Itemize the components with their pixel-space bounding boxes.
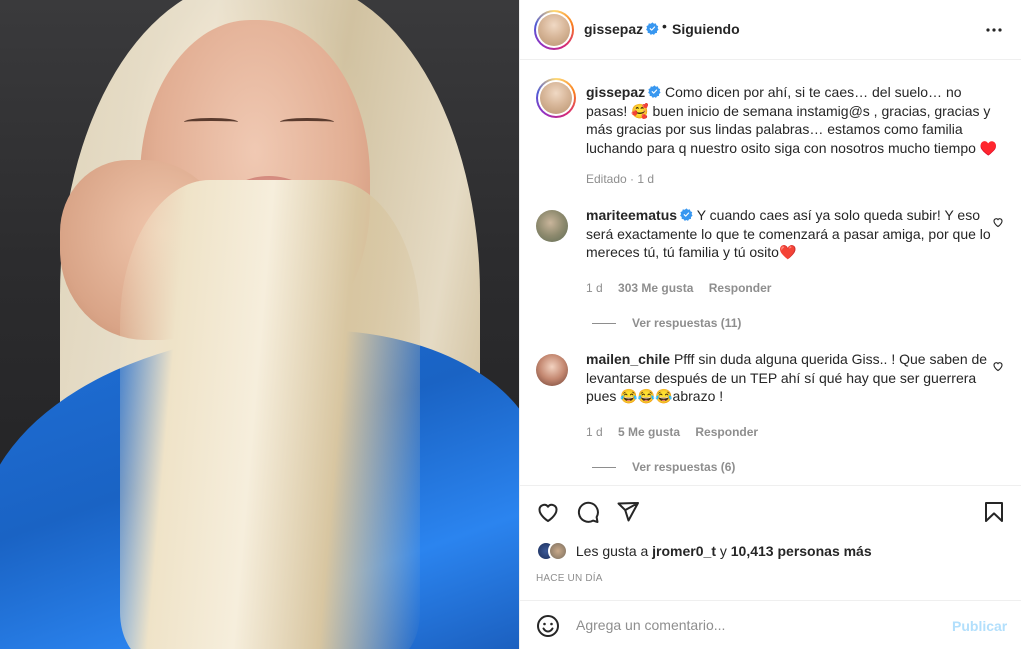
commenter-avatar[interactable] bbox=[536, 354, 568, 386]
post-photo[interactable] bbox=[0, 0, 519, 649]
photo-hair-front bbox=[120, 180, 420, 649]
share-icon[interactable] bbox=[616, 500, 640, 524]
following-button[interactable]: Siguiendo bbox=[672, 21, 740, 37]
liker-username[interactable]: jromer0_t bbox=[652, 543, 716, 559]
comment-meta: 1 d 5 Me gusta Responder bbox=[586, 425, 770, 439]
comment-meta: 1 d 303 Me gusta Responder bbox=[586, 281, 783, 295]
comment-text: mailen_chile Pfff sin duda alguna querid… bbox=[586, 350, 991, 406]
comment-input[interactable] bbox=[576, 613, 936, 637]
comment-time: 1 d bbox=[586, 281, 603, 295]
heart-icon[interactable] bbox=[536, 500, 560, 524]
comment-likes[interactable]: 303 Me gusta bbox=[618, 281, 693, 295]
post-time[interactable]: HACE UN DÍA bbox=[536, 573, 603, 584]
post-header: gissepaz • Siguiendo bbox=[520, 0, 1021, 60]
photo-eye-right bbox=[280, 118, 334, 126]
add-comment-bar: Publicar bbox=[520, 600, 1021, 649]
bookmark-icon[interactable] bbox=[982, 500, 1006, 524]
view-replies-button[interactable]: Ver respuestas (11) bbox=[592, 316, 741, 330]
more-options-icon[interactable] bbox=[982, 18, 1006, 42]
reply-button[interactable]: Responder bbox=[709, 281, 772, 295]
commenter-username[interactable]: mailen_chile bbox=[586, 351, 670, 367]
caption-meta: Editado · 1 d bbox=[586, 172, 655, 186]
emoji-icon[interactable] bbox=[536, 614, 560, 638]
commenter-avatar[interactable] bbox=[536, 210, 568, 242]
commenter-username[interactable]: mariteematus bbox=[586, 207, 693, 223]
publish-button[interactable]: Publicar bbox=[952, 618, 1007, 634]
reply-button[interactable]: Responder bbox=[695, 425, 758, 439]
comment-time: 1 d bbox=[586, 425, 603, 439]
author-username[interactable]: gissepaz bbox=[584, 21, 659, 37]
verified-icon bbox=[648, 85, 661, 98]
heart-icon[interactable] bbox=[992, 216, 1004, 228]
author-avatar[interactable] bbox=[534, 10, 574, 50]
heart-icon[interactable] bbox=[992, 360, 1004, 372]
verified-icon bbox=[680, 208, 693, 221]
liker-avatar bbox=[548, 541, 568, 561]
verified-icon bbox=[646, 22, 659, 35]
comment-text: mariteematus Y cuando caes así ya solo q… bbox=[586, 206, 991, 262]
likes-count[interactable]: 10,413 personas más bbox=[731, 543, 872, 559]
caption-avatar[interactable] bbox=[536, 78, 576, 118]
post-side-panel: gissepaz • Siguiendo gissepaz Como dicen… bbox=[519, 0, 1021, 649]
caption-text: gissepaz Como dicen por ahí, si te caes…… bbox=[586, 83, 1006, 157]
photo-eye-left bbox=[184, 118, 238, 126]
caption-username[interactable]: gissepaz bbox=[586, 84, 661, 100]
post-actions: Les gusta a jromer0_t y 10,413 personas … bbox=[520, 485, 1021, 600]
comment-likes[interactable]: 5 Me gusta bbox=[618, 425, 680, 439]
likes-summary[interactable]: Les gusta a jromer0_t y 10,413 personas … bbox=[536, 541, 872, 561]
comment-icon[interactable] bbox=[576, 500, 600, 524]
header-separator: • bbox=[662, 18, 667, 34]
view-replies-button[interactable]: Ver respuestas (6) bbox=[592, 460, 735, 474]
